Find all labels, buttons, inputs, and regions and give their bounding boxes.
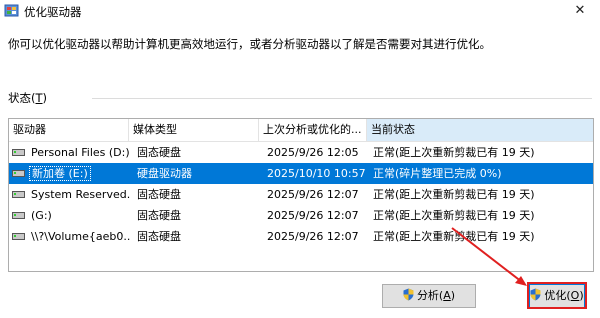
media-type: 固态硬盘	[137, 188, 181, 201]
analyze-button[interactable]: 分析(A)	[382, 284, 476, 308]
close-button[interactable]: ✕	[560, 0, 600, 22]
media-type: 固态硬盘	[137, 209, 181, 222]
drive-name: System Reserved...	[31, 188, 131, 201]
drive-row[interactable]: System Reserved... 固态硬盘 2025/9/26 12:07 正常(…	[9, 184, 593, 205]
drive-name: \\?\Volume{aeb0...	[31, 230, 131, 243]
current-status: 正常(距上次重新剪裁已有 19 天)	[373, 146, 535, 159]
last-run: 2025/9/26 12:05	[267, 146, 359, 159]
defrag-app-icon	[4, 4, 19, 17]
drive-name: 新加卷 (E:)	[29, 163, 131, 184]
drive-name: (G:)	[31, 209, 52, 222]
drive-row[interactable]: Personal Files (D:) 固态硬盘 2025/9/26 12:05 正常…	[9, 142, 593, 163]
current-status: 正常(距上次重新剪裁已有 19 天)	[373, 188, 535, 201]
media-type: 固态硬盘	[137, 230, 181, 243]
annotation-highlight-box	[527, 282, 587, 309]
column-header-media-type[interactable]: 媒体类型	[129, 119, 259, 141]
column-header-drive[interactable]: 驱动器	[9, 119, 129, 141]
last-run: 2025/9/26 12:07	[267, 230, 359, 243]
drive-list[interactable]: 驱动器 媒体类型 上次分析或优化的... 当前状态 Personal Files…	[8, 118, 594, 272]
drive-icon	[12, 149, 25, 156]
drive-icon	[12, 233, 25, 240]
last-run: 2025/9/26 12:07	[267, 188, 359, 201]
media-type: 硬盘驱动器	[137, 167, 192, 180]
column-header-current-status[interactable]: 当前状态	[367, 119, 593, 141]
drive-row[interactable]: (G:) 固态硬盘 2025/9/26 12:07 正常(距上次重新剪裁已有 19 天…	[9, 205, 593, 226]
window-title: 优化驱动器	[24, 5, 82, 19]
drive-row[interactable]: \\?\Volume{aeb0... 固态硬盘 2025/9/26 12:07 正常(…	[9, 226, 593, 247]
current-status: 正常(距上次重新剪裁已有 19 天)	[373, 230, 535, 243]
last-run: 2025/10/10 10:57	[267, 167, 366, 180]
drive-name: Personal Files (D:)	[31, 146, 130, 159]
close-icon: ✕	[574, 3, 586, 18]
drive-row[interactable]: 新加卷 (E:) 硬盘驱动器 2025/10/10 10:57 正常(碎片整理已完成 …	[9, 163, 593, 184]
status-section-label: 状态(T)	[8, 91, 48, 105]
current-status: 正常(碎片整理已完成 0%)	[373, 167, 502, 180]
title-bar: 优化驱动器 ✕	[0, 0, 600, 22]
drive-icon	[12, 191, 25, 198]
media-type: 固态硬盘	[137, 146, 181, 159]
last-run: 2025/9/26 12:07	[267, 209, 359, 222]
drive-icon	[12, 170, 25, 177]
column-header-last-run[interactable]: 上次分析或优化的...	[259, 119, 367, 141]
description-text: 你可以优化驱动器以帮助计算机更高效地运行，或者分析驱动器以了解是否需要对其进行优…	[8, 37, 491, 51]
status-separator	[92, 98, 592, 99]
drive-list-header: 驱动器 媒体类型 上次分析或优化的... 当前状态	[9, 119, 593, 142]
current-status: 正常(距上次重新剪裁已有 19 天)	[373, 209, 535, 222]
shield-icon	[403, 288, 414, 301]
drive-icon	[12, 212, 25, 219]
